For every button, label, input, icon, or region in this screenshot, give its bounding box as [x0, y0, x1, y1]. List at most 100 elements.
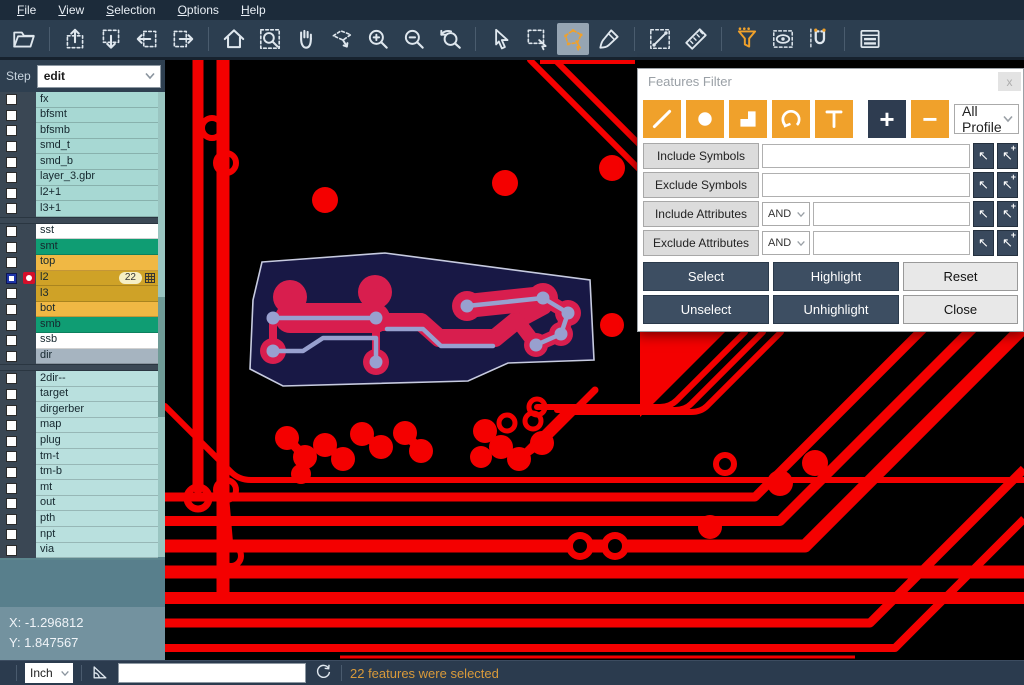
layer-row-mt[interactable]: mt [0, 480, 158, 496]
layer-visibility-checkbox[interactable] [6, 125, 17, 136]
home-icon[interactable] [218, 23, 250, 55]
layer-visibility-checkbox[interactable] [6, 529, 17, 540]
layer-name[interactable]: l222 [36, 271, 158, 287]
layer-name[interactable]: out [36, 496, 158, 512]
rect-select-icon[interactable] [521, 23, 553, 55]
command-input[interactable] [118, 663, 306, 683]
include-attributes-operator-select[interactable]: AND [762, 202, 810, 226]
layer-row-l2+1[interactable]: l2+1 [0, 186, 158, 202]
layer-name[interactable]: plug [36, 433, 158, 449]
layer-visibility-checkbox[interactable] [6, 242, 17, 253]
layer-visibility-checkbox[interactable] [6, 373, 17, 384]
layer-visibility-checkbox[interactable] [6, 94, 17, 105]
ruler-icon[interactable] [680, 23, 712, 55]
layer-row-pth[interactable]: pth [0, 511, 158, 527]
zoom-out-icon[interactable] [398, 23, 430, 55]
step-select[interactable]: edit [37, 65, 161, 88]
snap-icon[interactable] [803, 23, 835, 55]
feature-type-surface-button[interactable] [729, 100, 767, 138]
exclude-attributes-button[interactable]: Exclude Attributes [643, 230, 759, 256]
pan-icon[interactable] [290, 23, 322, 55]
layer-row-out[interactable]: out [0, 496, 158, 512]
layer-name[interactable]: dirgerber [36, 402, 158, 418]
menu-help[interactable]: Help [232, 2, 275, 18]
highlight-button[interactable]: Highlight [773, 262, 899, 291]
layer-row-top[interactable]: top [0, 255, 158, 271]
menu-view[interactable]: View [49, 2, 93, 18]
layer-row-fx[interactable]: fx [0, 92, 158, 108]
layer-name[interactable]: bfsmt [36, 108, 158, 124]
feature-type-text-button[interactable] [815, 100, 853, 138]
layer-visibility-checkbox[interactable] [6, 436, 17, 447]
layer-name[interactable]: smd_b [36, 154, 158, 170]
layer-name[interactable]: smt [36, 239, 158, 255]
layer-visibility-checkbox[interactable] [6, 545, 17, 556]
layer-visibility-checkbox[interactable] [6, 157, 17, 168]
layer-visibility-checkbox[interactable] [6, 188, 17, 199]
import-up-icon[interactable] [59, 23, 91, 55]
unselect-button[interactable]: Unselect [643, 295, 769, 324]
select-button[interactable]: Select [643, 262, 769, 291]
exclude-attributes-pick-button[interactable]: ↖ [973, 230, 994, 256]
layer-row-npt[interactable]: npt [0, 527, 158, 543]
include-symbols-pick-add-button[interactable]: ↖+ [997, 143, 1018, 169]
layer-visibility-checkbox[interactable] [6, 288, 17, 299]
exclude-attributes-pick-add-button[interactable]: ↖+ [997, 230, 1018, 256]
layer-visibility-checkbox[interactable] [6, 405, 17, 416]
clear-brush-icon[interactable] [593, 23, 625, 55]
layer-name[interactable]: l3 [36, 286, 158, 302]
layer-visibility-checkbox[interactable] [6, 351, 17, 362]
layer-name[interactable]: layer_3.gbr [36, 170, 158, 186]
include-symbols-input[interactable] [762, 144, 970, 168]
grid-table-icon[interactable] [145, 273, 155, 283]
feature-type-pad-button[interactable] [686, 100, 724, 138]
layer-name[interactable]: smd_t [36, 139, 158, 155]
layer-visibility-checkbox[interactable] [6, 110, 17, 121]
exclude-symbols-pick-button[interactable]: ↖ [973, 172, 994, 198]
exclude-symbols-input[interactable] [762, 173, 970, 197]
include-symbols-button[interactable]: Include Symbols [643, 143, 759, 169]
include-attributes-pick-button[interactable]: ↖ [973, 201, 994, 227]
layer-row-l2[interactable]: l222 [0, 271, 158, 287]
layer-name[interactable]: fx [36, 92, 158, 108]
layer-row-layer_3.gbr[interactable]: layer_3.gbr [0, 170, 158, 186]
layer-name[interactable]: map [36, 418, 158, 434]
layer-visibility-checkbox[interactable] [6, 320, 17, 331]
layer-visibility-checkbox[interactable] [6, 304, 17, 315]
layer-row-l3[interactable]: l3 [0, 286, 158, 302]
exclude-attributes-input[interactable] [813, 231, 970, 255]
layer-name[interactable]: target [36, 387, 158, 403]
zoom-undo-icon[interactable] [434, 23, 466, 55]
zoom-in-icon[interactable] [362, 23, 394, 55]
layer-row-ssb[interactable]: ssb [0, 333, 158, 349]
layers-panel-icon[interactable] [854, 23, 886, 55]
profile-select[interactable]: All Profile [954, 104, 1019, 134]
layer-name[interactable]: tm-t [36, 449, 158, 465]
unit-select[interactable]: Inch [25, 663, 73, 683]
layer-row-dir[interactable]: dir [0, 349, 158, 365]
layer-name[interactable]: mt [36, 480, 158, 496]
layer-name[interactable]: pth [36, 511, 158, 527]
layer-name[interactable]: 2dir-- [36, 371, 158, 387]
menu-file[interactable]: File [8, 2, 45, 18]
include-attributes-pick-add-button[interactable]: ↖+ [997, 201, 1018, 227]
layer-name[interactable]: npt [36, 527, 158, 543]
layer-row-tm-t[interactable]: tm-t [0, 449, 158, 465]
exclude-attributes-operator-select[interactable]: AND [762, 231, 810, 255]
import-down-icon[interactable] [95, 23, 127, 55]
layer-name[interactable]: sst [36, 224, 158, 240]
layer-visibility-checkbox[interactable] [6, 451, 17, 462]
layer-name[interactable]: l2+1 [36, 186, 158, 202]
layer-visibility-checkbox[interactable] [6, 483, 17, 494]
measure-line-icon[interactable] [644, 23, 676, 55]
unhighlight-button[interactable]: Unhighlight [773, 295, 899, 324]
include-attributes-button[interactable]: Include Attributes [643, 201, 759, 227]
zoom-area-icon[interactable] [254, 23, 286, 55]
view-options-icon[interactable] [767, 23, 799, 55]
add-filter-button[interactable]: + [868, 100, 906, 138]
layer-name[interactable]: l3+1 [36, 201, 158, 217]
layer-visibility-checkbox[interactable] [6, 203, 17, 214]
layer-visibility-checkbox[interactable] [6, 335, 17, 346]
layer-name[interactable]: smb [36, 317, 158, 333]
reset-button[interactable]: Reset [903, 262, 1018, 291]
